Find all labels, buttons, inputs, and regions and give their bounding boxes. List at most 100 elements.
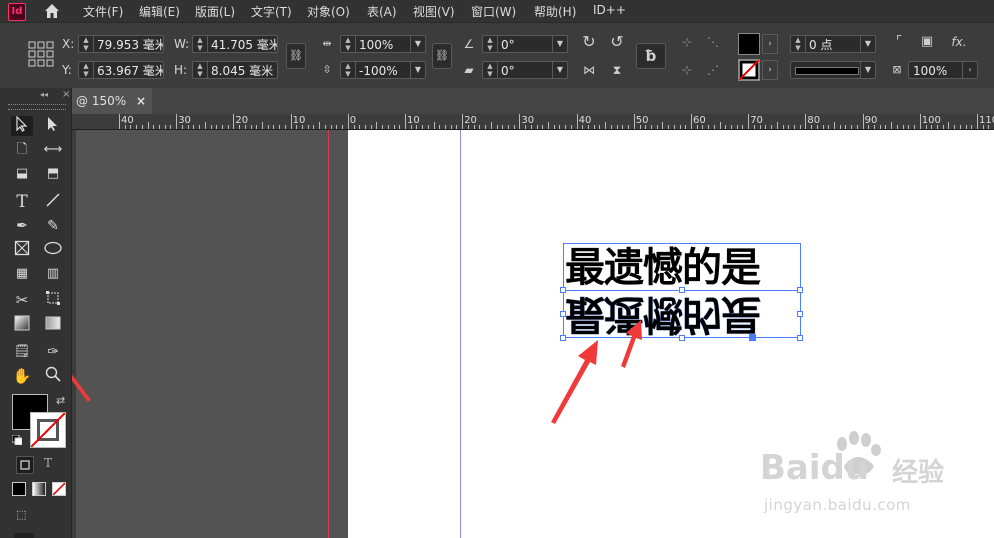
default-colors-icon[interactable] — [11, 434, 23, 446]
select-next-icon[interactable]: ⋰ — [704, 61, 722, 79]
gradient-swatch-tool-icon[interactable] — [11, 315, 33, 335]
menu-object[interactable]: 对象(O) — [307, 3, 350, 20]
reference-point-icon[interactable] — [28, 41, 54, 67]
stroke-swatch[interactable] — [738, 59, 760, 81]
select-container-icon[interactable]: ⊹ — [678, 33, 696, 51]
fill-dropdown-icon[interactable]: › — [762, 34, 778, 54]
menu-file[interactable]: 文件(F) — [83, 3, 123, 20]
selection-reference-handle[interactable] — [749, 334, 756, 341]
chevron-down-icon[interactable]: ▼ — [410, 36, 425, 52]
screen-mode-icon[interactable]: ⬚ — [16, 508, 34, 522]
selection-handle[interactable] — [797, 335, 803, 341]
menu-idpp[interactable]: ID++ — [593, 3, 626, 17]
formatting-affects-text-icon[interactable]: T — [44, 456, 52, 470]
menu-layout[interactable]: 版面(L) — [195, 3, 235, 20]
scissors-tool-icon[interactable]: ✂ — [11, 290, 33, 310]
menu-table[interactable]: 表(A) — [367, 3, 397, 20]
select-content-icon[interactable]: ⊹ — [678, 61, 696, 79]
opacity-field[interactable]: 100% › — [908, 61, 978, 79]
note-tool-icon[interactable]: 🗒 — [11, 342, 33, 362]
w-stepper[interactable]: ▲ ▼ — [193, 36, 208, 52]
menu-window[interactable]: 窗口(W) — [471, 3, 516, 20]
constrain-proportions-link-icon[interactable]: ⛓ — [286, 43, 306, 69]
stroke-weight-stepper[interactable]: ▲ ▼ — [791, 36, 806, 52]
constrain-scale-link-icon[interactable]: ⛓ — [432, 43, 452, 69]
chevron-down-icon[interactable]: ▼ — [860, 36, 875, 52]
swap-colors-icon[interactable]: ⇄ — [56, 394, 65, 407]
panel-grip[interactable] — [8, 104, 66, 110]
stroke-type-select[interactable]: ▼ — [790, 61, 876, 79]
menu-edit[interactable]: 编辑(E) — [139, 3, 180, 20]
scale-y-stepper[interactable]: ▲ ▼ — [341, 62, 356, 78]
close-icon[interactable]: × — [136, 94, 146, 108]
vertical-grid-tool-icon[interactable]: ▥ — [42, 264, 64, 284]
chevron-down-icon[interactable]: ▼ — [410, 62, 425, 78]
hand-tool-icon[interactable]: ✋ — [11, 366, 33, 386]
apply-gradient-icon[interactable] — [32, 482, 46, 496]
selection-handle[interactable] — [797, 287, 803, 293]
flip-vertical-icon[interactable]: ⧗ — [608, 61, 626, 79]
selection-handle[interactable] — [679, 335, 685, 341]
flip-horizontal-icon[interactable]: ⋈ — [580, 61, 598, 79]
rotate-stepper[interactable]: ▲ ▼ — [483, 36, 498, 52]
gradient-feather-tool-icon[interactable] — [42, 315, 64, 335]
shear-field[interactable]: ▲ ▼ 0° ▼ — [482, 61, 568, 79]
menu-view[interactable]: 视图(V) — [413, 3, 455, 20]
rotate-cw-icon[interactable]: ↻ — [580, 33, 598, 51]
ellipse-tool-icon[interactable] — [42, 240, 64, 260]
fill-swatch[interactable] — [738, 33, 760, 55]
y-field[interactable]: ▲ ▼ 63.967 毫米 — [78, 61, 164, 79]
direct-selection-tool-icon[interactable] — [42, 116, 64, 136]
panel-collapse-icon[interactable]: ◂◂ — [40, 90, 48, 99]
pen-tool-icon[interactable]: ✒ — [11, 216, 33, 236]
page-tool-icon[interactable]: 🗋 — [11, 140, 33, 160]
menu-help[interactable]: 帮助(H) — [534, 3, 576, 20]
home-icon[interactable] — [43, 2, 61, 20]
h-stepper[interactable]: ▲ ▼ — [193, 62, 208, 78]
chevron-down-icon[interactable]: ▼ — [552, 62, 567, 78]
selection-handle[interactable] — [797, 311, 803, 317]
chevron-right-icon[interactable]: › — [962, 62, 977, 78]
gap-tool-icon[interactable]: ⟷ — [42, 140, 64, 160]
document-tab[interactable]: @ 150% × — [72, 88, 152, 114]
content-placer-icon[interactable]: ⬒ — [42, 164, 64, 184]
menu-type[interactable]: 文字(T) — [251, 3, 292, 20]
scale-y-field[interactable]: ▲ ▼ -100% ▼ — [340, 61, 426, 79]
h-field[interactable]: ▲ ▼ 8.045 毫米 — [192, 61, 278, 79]
selection-tool-icon[interactable] — [11, 115, 33, 136]
w-field[interactable]: ▲ ▼ 41.705 毫米 — [192, 35, 278, 53]
x-field[interactable]: ▲ ▼ 79.953 毫米 — [78, 35, 164, 53]
panel-close-icon[interactable]: × — [62, 89, 70, 100]
type-tool-icon[interactable]: T — [11, 192, 33, 212]
apply-none-icon[interactable] — [52, 482, 66, 496]
y-stepper[interactable]: ▲ ▼ — [79, 62, 94, 78]
shear-stepper[interactable]: ▲ ▼ — [483, 62, 498, 78]
rotate-field[interactable]: ▲ ▼ 0° ▼ — [482, 35, 568, 53]
select-previous-icon[interactable]: ⋱ — [704, 33, 722, 51]
selection-bounds[interactable] — [563, 290, 801, 338]
stroke-color-swatch[interactable] — [30, 412, 66, 448]
free-transform-tool-icon[interactable] — [42, 290, 64, 310]
eyedropper-tool-icon[interactable]: ✑ — [42, 342, 64, 362]
selection-handle[interactable] — [560, 287, 566, 293]
effects-icon[interactable]: fx. — [946, 33, 972, 51]
apply-color-icon[interactable] — [12, 482, 26, 496]
line-tool-icon[interactable] — [42, 192, 64, 212]
chevron-down-icon[interactable]: ▼ — [552, 36, 567, 52]
x-stepper[interactable]: ▲ ▼ — [79, 36, 94, 52]
upper-frame-bounds[interactable] — [563, 243, 801, 291]
zoom-tool-icon[interactable] — [42, 366, 64, 386]
pencil-tool-icon[interactable]: ✎ — [42, 216, 64, 236]
scale-x-stepper[interactable]: ▲ ▼ — [341, 36, 356, 52]
chevron-down-icon[interactable]: ▼ — [860, 62, 875, 78]
horizontal-ruler[interactable]: 403020100102030405060708090100110 — [72, 114, 994, 130]
rectangle-frame-tool-icon[interactable] — [11, 240, 33, 260]
selection-handle[interactable] — [679, 287, 685, 293]
selection-handle[interactable] — [560, 311, 566, 317]
horizontal-grid-tool-icon[interactable]: ▦ — [11, 264, 33, 284]
content-collector-icon[interactable]: ⬓ — [11, 164, 33, 184]
corner-options-icon[interactable]: ⌜ — [890, 33, 908, 51]
drop-shadow-icon[interactable]: ▣ — [918, 33, 936, 51]
scale-x-field[interactable]: ▲ ▼ 100% ▼ — [340, 35, 426, 53]
stroke-weight-field[interactable]: ▲ ▼ 0 点 ▼ — [790, 35, 876, 53]
